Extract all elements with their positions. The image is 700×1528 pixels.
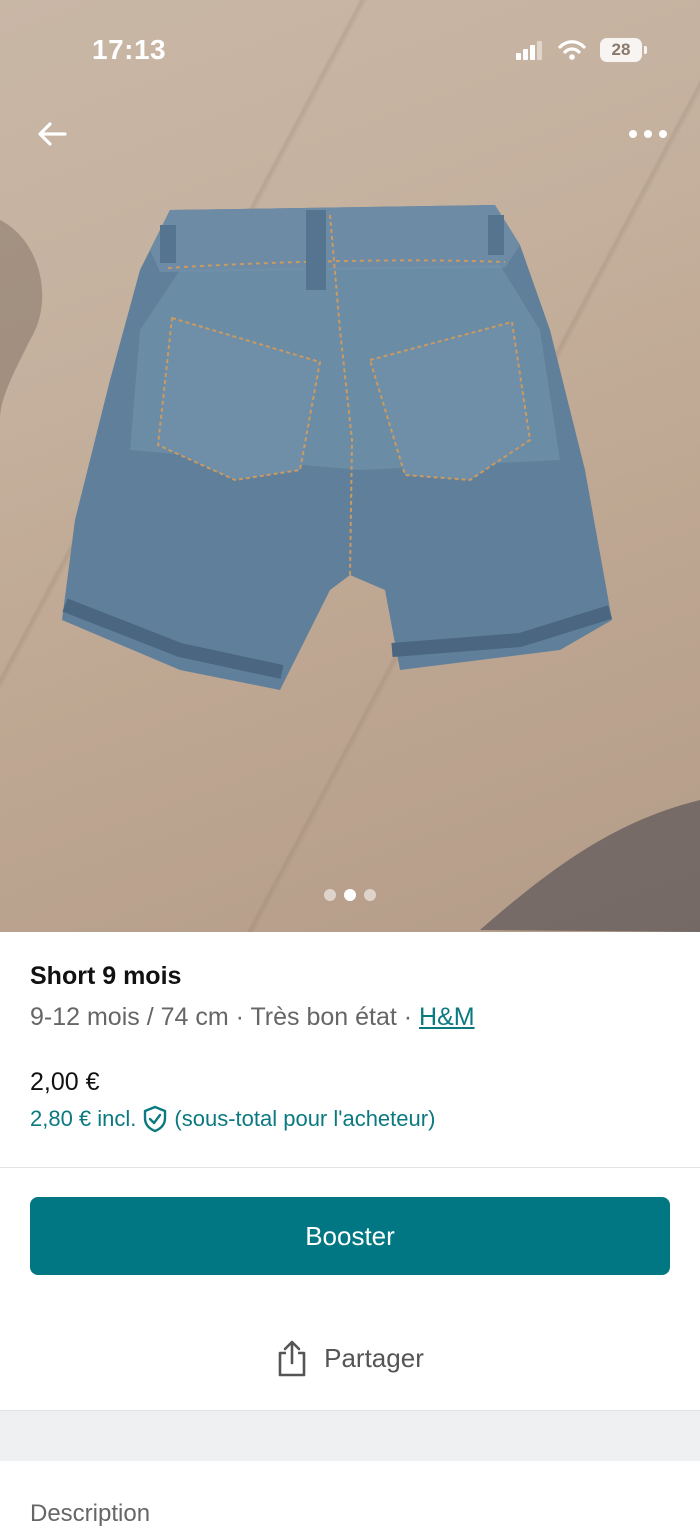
arrow-left-icon — [38, 122, 67, 146]
item-title: Short 9 mois — [30, 962, 182, 990]
signal-icon — [516, 41, 542, 60]
battery-icon: 28 — [600, 38, 647, 62]
shield-check-icon — [144, 1105, 167, 1133]
item-info: Short 9 mois 9-12 mois / 74 cm · Très bo… — [30, 962, 670, 1133]
brand-link[interactable]: H&M — [419, 1003, 475, 1031]
item-details: 9-12 mois / 74 cm · Très bon état · H&M — [30, 1003, 670, 1032]
pagination-dot[interactable] — [364, 889, 376, 901]
description-heading: Description — [30, 1500, 151, 1527]
status-time: 17:13 — [92, 34, 167, 65]
booster-button[interactable]: Booster — [30, 1197, 670, 1275]
more-horizontal-icon — [629, 130, 667, 138]
wifi-icon — [558, 40, 586, 60]
section-separator — [0, 1410, 700, 1461]
item-price: 2,00 € — [30, 1068, 100, 1096]
battery-level: 28 — [611, 40, 631, 59]
share-button[interactable]: Partager — [0, 1330, 700, 1386]
back-button[interactable] — [30, 112, 74, 156]
pagination-dot[interactable] — [324, 889, 336, 901]
product-photo[interactable]: 17:13 28 — [0, 0, 700, 932]
status-icons: 28 — [516, 38, 647, 62]
share-label: Partager — [324, 1342, 424, 1373]
denim-shorts-image — [0, 205, 700, 932]
buyer-price: 2,80 € incl. — [30, 1106, 137, 1131]
item-size: 9-12 mois / 74 cm — [30, 1003, 229, 1031]
share-icon — [278, 1340, 306, 1377]
buyer-price-row[interactable]: 2,80 € incl. (sous-total pour l'acheteur… — [30, 1105, 670, 1133]
more-button[interactable] — [620, 112, 676, 156]
gallery-pagination — [0, 889, 700, 901]
divider — [0, 1167, 700, 1168]
buyer-price-note: (sous-total pour l'acheteur) — [174, 1106, 436, 1131]
separator: · — [396, 1003, 420, 1031]
pagination-dot-active[interactable] — [344, 889, 356, 901]
item-condition: Très bon état — [250, 1003, 397, 1031]
separator: · — [228, 1003, 251, 1031]
